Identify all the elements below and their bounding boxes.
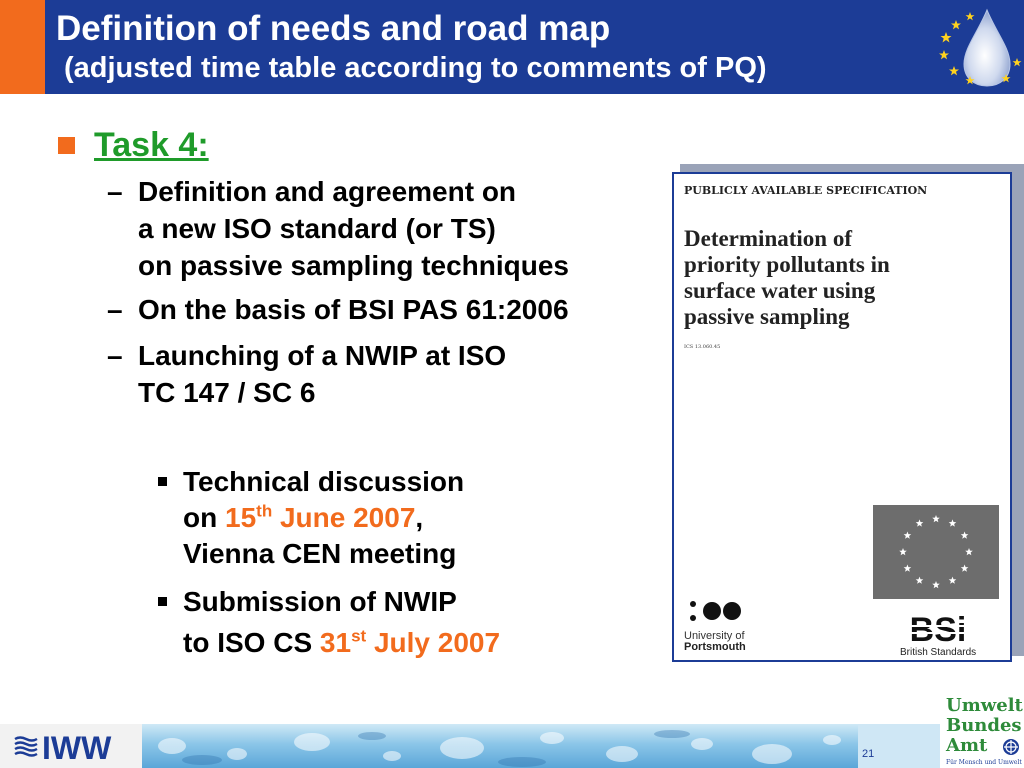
page-number: 21 [862, 748, 875, 760]
task-label: Task 4: [94, 126, 209, 164]
sub-bullet-line: on 15th June 2007, [183, 501, 424, 533]
bullet-line: Definition and agreement on [138, 176, 517, 207]
eu-star-icon [948, 576, 957, 584]
eu-star-icon [899, 548, 907, 556]
eu-star-icon [915, 519, 924, 527]
bsi-logo-icon: BSi [899, 611, 977, 647]
highlight-date: 31st July 2007 [319, 626, 501, 658]
eu-star-icon [915, 576, 924, 584]
iww-waves-icon [14, 736, 38, 757]
square-bullet-icon [158, 597, 167, 606]
water-droplets-banner [142, 724, 858, 768]
university-logo-icon [690, 601, 741, 621]
document-cover-image: PUBLICLY AVAILABLE SPECIFICATION Determi… [672, 172, 1012, 662]
bullet-line: TC 147 / SC 6 [138, 377, 316, 408]
dash-bullet-icon: – [107, 340, 123, 371]
square-bullet-icon [158, 477, 167, 486]
header-accent-bar [0, 0, 45, 94]
bullet-line: on passive sampling techniques [138, 250, 570, 281]
highlight-date: 15th June 2007 [225, 501, 416, 533]
eu-flag-icon [873, 505, 999, 599]
iww-logo-text: IWW [42, 730, 112, 766]
document-title: Determination of priority pollutants in … [684, 226, 890, 329]
eu-star-icon [965, 548, 973, 556]
eu-star-icon [903, 564, 912, 572]
svg-text:BSi: BSi [910, 611, 967, 647]
bsi-subtitle: British Standards [900, 647, 977, 658]
sub-bullet-line: Submission of NWIP [183, 586, 457, 617]
eu-star-icon [948, 519, 957, 527]
bullet-line: Launching of a NWIP at ISO [138, 340, 507, 371]
orange-square-bullet-icon [58, 137, 75, 154]
page-number-area [858, 724, 940, 768]
university-name-line: Portsmouth [684, 641, 746, 653]
dash-bullet-icon: – [107, 176, 123, 207]
umweltbundesamt-logo: Umwelt Bundes Amt Für Mensch und Umwelt [940, 694, 1024, 768]
eu-star-icon [903, 531, 912, 539]
bullet-line: a new ISO standard (or TS) [138, 213, 496, 244]
eu-star-icon [960, 531, 969, 539]
document-spec-label: PUBLICLY AVAILABLE SPECIFICATION [684, 184, 928, 197]
sub-bullet-line: to ISO CS 31st July 2007 [183, 626, 501, 658]
sub-bullet-line: Vienna CEN meeting [183, 538, 457, 569]
eu-star-icon [960, 564, 969, 572]
slide-title: Definition of needs and road map [56, 9, 611, 48]
globe-icon [1003, 739, 1019, 755]
bullet-line: On the basis of BSI PAS 61:2006 [138, 294, 569, 325]
eu-star-icon [932, 515, 940, 523]
uba-tagline: Für Mensch und Umwelt [946, 759, 1022, 766]
eu-star-icon [932, 581, 940, 589]
sub-bullet-line: Technical discussion [183, 466, 465, 497]
slide-subtitle: (adjusted time table according to commen… [64, 52, 767, 84]
document-ics-code: ICS 13.060.45 [684, 344, 721, 350]
dash-bullet-icon: – [107, 294, 123, 325]
water-drop-logo-icon [939, 8, 1022, 87]
